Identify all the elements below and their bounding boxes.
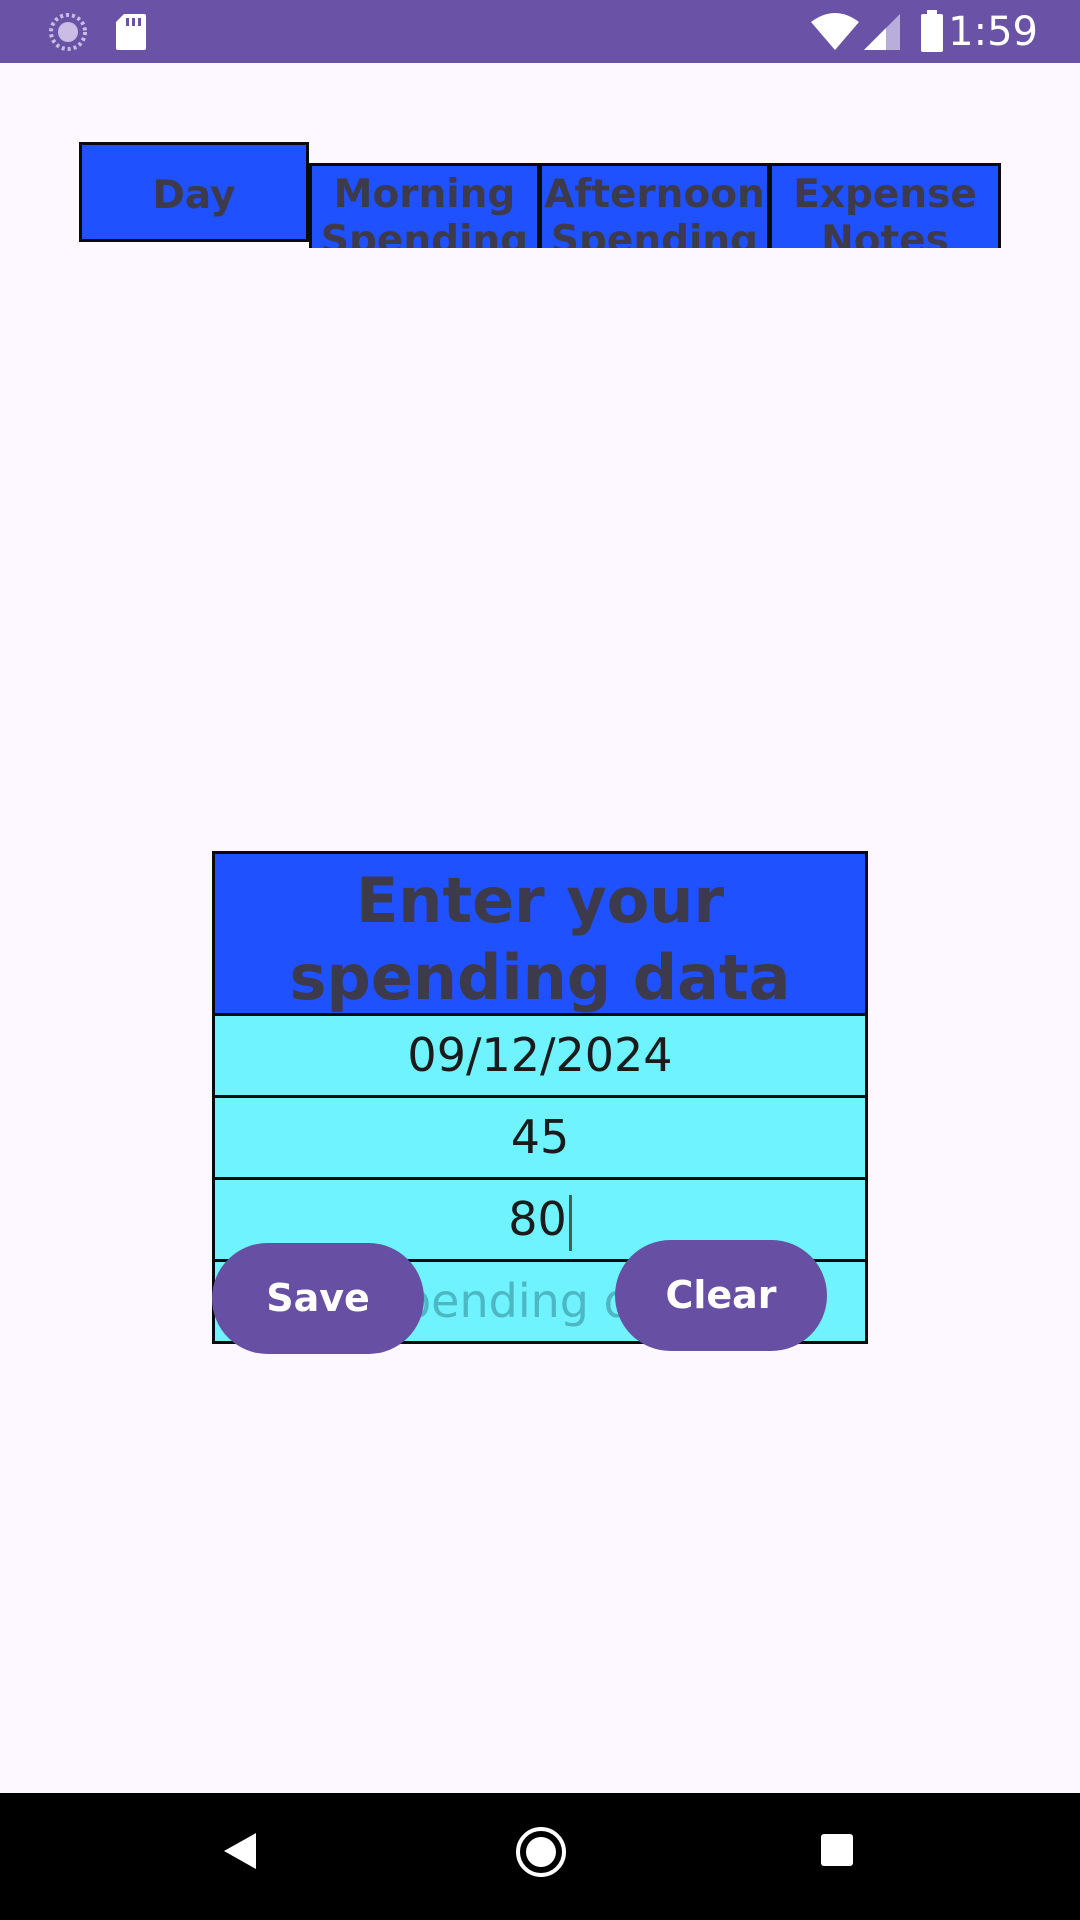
back-icon[interactable]	[222, 1831, 258, 1871]
tab-morning-spending[interactable]: Morning Spending	[309, 163, 540, 248]
tab-expense-notes[interactable]: Expense Notes	[769, 163, 1001, 248]
cell-signal-icon	[864, 14, 900, 50]
tab-morning-spending-label: Morning Spending	[320, 172, 529, 248]
loading-spinner-icon	[49, 13, 87, 51]
tab-afternoon-spending-label: Afternoon Spending	[544, 172, 765, 248]
tab-expense-notes-label: Expense Notes	[793, 172, 977, 248]
clear-button[interactable]: Clear	[615, 1240, 827, 1351]
tab-day[interactable]: Day	[79, 142, 309, 242]
navigation-bar	[0, 1793, 1080, 1920]
date-field[interactable]: 09/12/2024	[212, 1016, 868, 1098]
date-field-value: 09/12/2024	[407, 1028, 673, 1082]
sd-card-icon	[116, 14, 146, 50]
recents-icon[interactable]	[820, 1833, 854, 1867]
form-title: Enter your spending data	[212, 851, 868, 1016]
text-cursor	[568, 1194, 572, 1251]
morning-spending-value: 45	[510, 1110, 570, 1164]
tab-afternoon-spending[interactable]: Afternoon Spending	[539, 163, 770, 248]
save-button[interactable]: Save	[212, 1243, 424, 1354]
home-icon[interactable]	[515, 1826, 567, 1878]
status-bar: 1:59	[0, 0, 1080, 63]
status-time: 1:59	[948, 9, 1038, 55]
tab-day-label: Day	[152, 173, 236, 218]
battery-icon	[921, 10, 943, 52]
afternoon-spending-value: 80	[508, 1192, 567, 1246]
wifi-icon	[811, 13, 859, 50]
morning-spending-field[interactable]: 45	[212, 1098, 868, 1180]
